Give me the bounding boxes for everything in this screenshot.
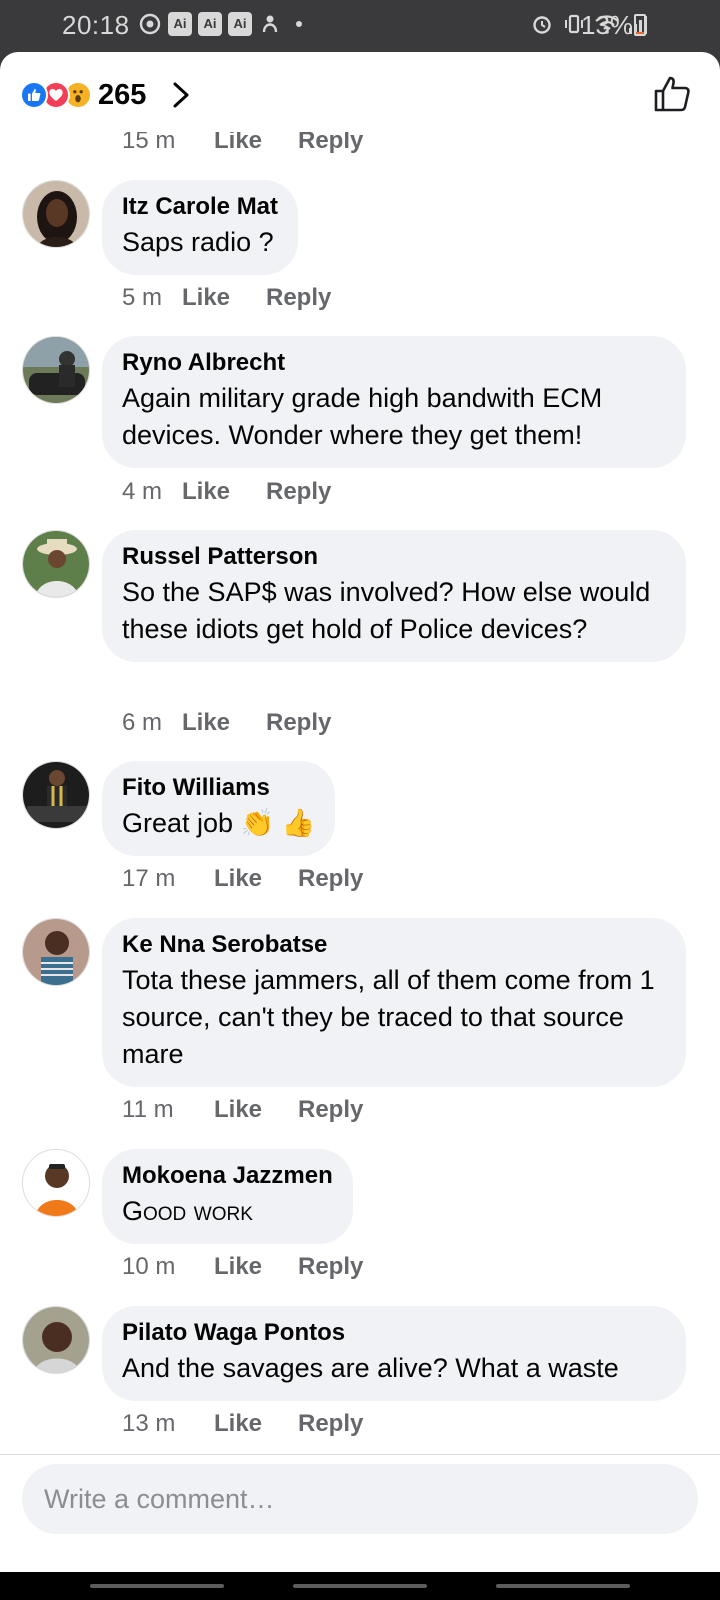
avatar[interactable] [22, 1149, 90, 1217]
ai-icon: Ai [198, 12, 222, 36]
avatar[interactable] [22, 530, 90, 598]
like-button[interactable]: Like [214, 865, 298, 893]
comment-time: 6 m [122, 709, 163, 736]
like-button[interactable]: Like [214, 1096, 298, 1124]
comment-author[interactable]: Russel Patterson [122, 542, 666, 572]
system-nav-bar [0, 1572, 720, 1600]
reactions-header: 265 [0, 52, 720, 132]
like-button[interactable]: Like [182, 478, 266, 506]
reply-button[interactable]: Reply [266, 478, 331, 506]
comment-bubble[interactable]: Ke Nna Serobatse Tota these jammers, all… [102, 918, 686, 1087]
comment-bubble[interactable]: Itz Carole Mat Saps radio ? [102, 180, 299, 275]
reply-button[interactable]: Reply [266, 284, 331, 312]
comment-author[interactable]: Fito Williams [122, 773, 315, 803]
alarm-icon [530, 12, 554, 36]
more-notifications-dot [296, 21, 302, 27]
thumbs-up-icon[interactable] [652, 74, 692, 114]
reaction-count: 265 [98, 78, 147, 111]
comment-meta: 15 m Like Reply [122, 132, 363, 155]
comment-text: Tota these jammers, all of them come fro… [122, 965, 655, 1069]
comment-time: 11 m [122, 1096, 174, 1123]
comment-time: 5 m [122, 284, 163, 311]
comment-meta: 10 m Like Reply [122, 1253, 363, 1281]
comment-bubble[interactable]: Pilato Waga Pontos And the savages are a… [102, 1306, 686, 1401]
status-bar: 20:18 Ai Ai Ai 13% [0, 0, 720, 52]
comment-meta: 11 m Like Reply [122, 1096, 363, 1124]
fingerprint-icon [258, 12, 282, 36]
reply-button[interactable]: Reply [266, 709, 331, 737]
avatar[interactable] [22, 336, 90, 404]
comment-author[interactable]: Ryno Albrecht [122, 348, 666, 378]
like-button[interactable]: Like [214, 132, 298, 155]
composer-divider [0, 1454, 720, 1455]
battery-icon [634, 14, 646, 36]
comment-bubble[interactable]: Mokoena Jazzmen Good work [102, 1149, 353, 1244]
like-button[interactable]: Like [214, 1253, 298, 1281]
nav-back-button[interactable] [496, 1584, 630, 1588]
battery-percent: 13% [581, 10, 634, 40]
reply-button[interactable]: Reply [298, 132, 363, 155]
chevron-right-icon [173, 82, 189, 108]
comment-time: 15 m [122, 132, 176, 154]
comment-meta: 4 m Like Reply [122, 478, 331, 506]
comment-time: 13 m [122, 1410, 176, 1437]
reply-button[interactable]: Reply [298, 1096, 363, 1124]
comment-time: 4 m [122, 478, 163, 505]
comment-text: Great job 👏 👍 [122, 808, 316, 838]
like-reaction-icon [20, 81, 48, 109]
comment-bubble[interactable]: Russel Patterson So the SAP$ was involve… [102, 530, 686, 662]
comments-sheet: 265 15 m Like Reply Itz Carole Mat Saps … [0, 52, 720, 1572]
comment-meta: 5 m Like Reply [122, 284, 331, 312]
comment-time: 10 m [122, 1253, 176, 1280]
comment-meta: 17 m Like Reply [122, 865, 363, 893]
reply-button[interactable]: Reply [298, 865, 363, 893]
avatar[interactable] [22, 761, 90, 829]
ai-icon: Ai [228, 12, 252, 36]
comment-meta: 6 m Like Reply [122, 709, 331, 737]
like-button[interactable]: Like [182, 284, 266, 312]
comment-text: So the SAP$ was involved? How else would… [122, 577, 651, 644]
nav-recents-button[interactable] [90, 1584, 224, 1588]
avatar[interactable] [22, 180, 90, 248]
comment-input[interactable] [22, 1464, 698, 1534]
nav-home-button[interactable] [293, 1584, 427, 1588]
status-time: 20:18 [62, 10, 130, 40]
battery-level [636, 32, 644, 34]
ai-icon: Ai [168, 12, 192, 36]
comment-author[interactable]: Mokoena Jazzmen [122, 1161, 333, 1191]
like-button[interactable]: Like [182, 709, 266, 737]
reactions-summary[interactable]: 265 [20, 78, 196, 112]
reply-button[interactable]: Reply [298, 1410, 363, 1438]
comment-text: Good work [122, 1196, 253, 1226]
comment-bubble[interactable]: Ryno Albrecht Again military grade high … [102, 336, 686, 468]
like-button[interactable]: Like [214, 1410, 298, 1438]
comment-author[interactable]: Itz Carole Mat [122, 192, 278, 222]
comment-author[interactable]: Ke Nna Serobatse [122, 930, 666, 960]
comment-bubble[interactable]: Fito Williams Great job 👏 👍 [102, 761, 336, 856]
reply-button[interactable]: Reply [298, 1253, 363, 1281]
comment-text: Saps radio ? [122, 227, 274, 257]
comment-composer[interactable] [22, 1464, 698, 1534]
avatar[interactable] [22, 1306, 90, 1374]
comment-text: And the savages are alive? What a waste [122, 1353, 619, 1383]
notification-icons: Ai Ai Ai [138, 12, 302, 36]
comment-time: 17 m [122, 865, 176, 892]
whatsapp-icon [138, 12, 162, 36]
avatar[interactable] [22, 918, 90, 986]
comment-author[interactable]: Pilato Waga Pontos [122, 1318, 666, 1348]
comment-meta: 13 m Like Reply [122, 1410, 363, 1438]
comment-text: Again military grade high bandwith ECM d… [122, 383, 603, 450]
comments-list[interactable]: 15 m Like Reply Itz Carole Mat Saps radi… [0, 132, 720, 1502]
